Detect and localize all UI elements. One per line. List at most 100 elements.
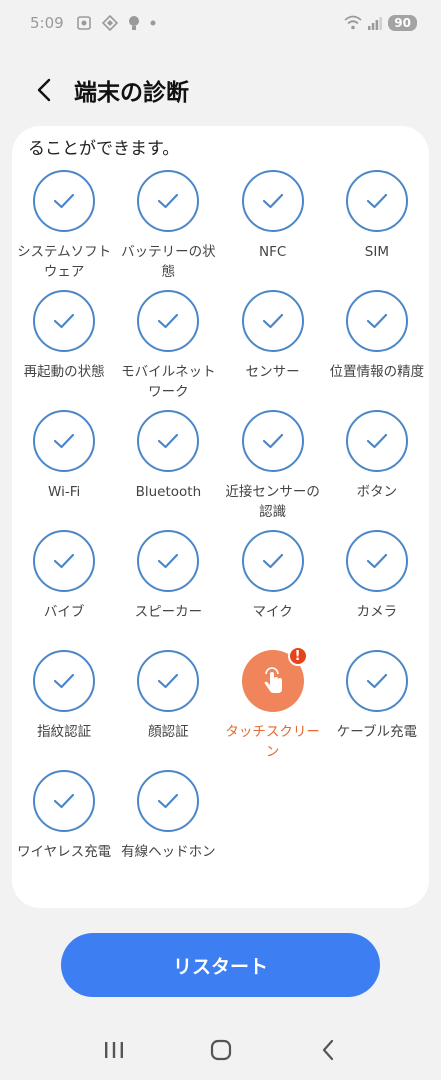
diagnostic-item[interactable]: センサー	[221, 290, 325, 410]
diagnostic-item[interactable]: システムソフトウェア	[12, 170, 116, 290]
navigation-bar	[0, 1020, 441, 1080]
diagnostics-card: ることができます。 システムソフトウェア バッテリーの状態 NFC SIM 再起動の状態…	[12, 126, 429, 908]
back-arrow-icon	[37, 78, 51, 102]
diagnostic-item-label: モバイルネットワーク	[121, 364, 216, 400]
diagnostic-item[interactable]: Wi-Fi	[12, 410, 116, 530]
check-circle	[345, 170, 408, 232]
check-circle	[241, 170, 304, 232]
bulb-icon	[128, 16, 139, 30]
check-circle	[33, 530, 96, 592]
check-circle	[345, 290, 408, 352]
check-circle	[33, 170, 96, 232]
signal-icon	[368, 17, 383, 30]
diagnostic-item[interactable]: 顔認証	[116, 650, 220, 770]
status-time: 5:09	[30, 14, 64, 32]
check-icon	[262, 313, 283, 329]
diagnostic-item-label: Wi-Fi	[48, 484, 81, 500]
diagnostic-item-label: スピーカー	[134, 604, 203, 620]
diagnostic-items-grid: システムソフトウェア バッテリーの状態 NFC SIM 再起動の状態 モバイルネットワーク…	[12, 170, 429, 890]
check-icon	[262, 433, 283, 449]
diagnostic-item[interactable]: ボタン	[325, 410, 429, 530]
diagnostic-item[interactable]: 位置情報の精度	[325, 290, 429, 410]
diagnostic-item[interactable]: モバイルネットワーク	[116, 290, 220, 410]
check-circle	[241, 290, 304, 352]
nfc-icon	[101, 15, 118, 31]
recents-button[interactable]	[89, 1025, 139, 1075]
diagnostic-item[interactable]: ワイヤレス充電	[12, 770, 116, 890]
diagnostic-item-label: センサー	[245, 364, 300, 380]
check-circle	[345, 410, 408, 472]
check-icon	[54, 313, 75, 329]
back-button[interactable]	[24, 70, 64, 110]
check-circle	[345, 650, 408, 712]
nav-back-button[interactable]	[303, 1025, 353, 1075]
restart-button[interactable]: リスタート	[61, 933, 380, 997]
check-icon	[366, 673, 387, 689]
diagnostic-item[interactable]: Bluetooth	[116, 410, 220, 530]
description-line: ることができます。	[28, 139, 180, 159]
diagnostic-item-label: 再起動の状態	[23, 364, 105, 380]
diagnostic-item-label: SIM	[364, 244, 389, 260]
check-circle	[33, 410, 96, 472]
diagnostic-item[interactable]: 再起動の状態	[12, 290, 116, 410]
status-system-icons: 90	[344, 15, 417, 31]
diagnostic-item[interactable]: 有線ヘッドホン	[116, 770, 220, 890]
diagnostic-item[interactable]: バッテリーの状態	[116, 170, 220, 290]
diagnostic-item[interactable]: NFC	[221, 170, 325, 290]
check-circle	[33, 770, 96, 832]
diagnostic-item[interactable]: ! タッチスクリーン	[221, 646, 325, 770]
check-circle	[137, 290, 200, 352]
home-button[interactable]	[196, 1025, 246, 1075]
check-icon	[366, 433, 387, 449]
diagnostic-item-label: 顔認証	[148, 724, 189, 740]
diagnostic-item-label: 有線ヘッドホン	[121, 844, 216, 860]
app-bar: 端末の診断	[0, 60, 441, 120]
touch-hand-icon	[264, 667, 282, 693]
nav-back-icon	[322, 1039, 333, 1061]
check-circle	[33, 290, 96, 352]
check-circle	[137, 170, 200, 232]
warning-badge: !	[287, 646, 308, 666]
diagnostic-item[interactable]: スピーカー	[116, 530, 220, 650]
diagnostic-item[interactable]: SIM	[325, 170, 429, 290]
diagnostic-item[interactable]: 近接センサーの認識	[221, 410, 325, 530]
diagnostic-item[interactable]: カメラ	[325, 530, 429, 650]
check-circle	[137, 770, 200, 832]
check-icon	[158, 673, 179, 689]
check-circle	[241, 410, 304, 472]
diagnostic-item-label: マイク	[252, 604, 293, 620]
check-circle	[345, 530, 408, 592]
dot-icon	[150, 20, 156, 26]
check-icon	[262, 193, 283, 209]
diagnostic-item[interactable]: 指紋認証	[12, 650, 116, 770]
home-icon	[210, 1039, 231, 1061]
check-circle	[137, 650, 200, 712]
screenshot-icon	[76, 16, 91, 30]
diagnostic-item-label: ワイヤレス充電	[17, 844, 112, 860]
check-circle	[137, 530, 200, 592]
diagnostic-item[interactable]: ケーブル充電	[325, 650, 429, 770]
check-icon	[54, 193, 75, 209]
check-icon	[158, 433, 179, 449]
description-text: ることができます。	[28, 126, 418, 164]
diagnostic-item-label: タッチスクリーン	[225, 724, 320, 760]
check-icon	[158, 313, 179, 329]
page-title: 端末の診断	[74, 80, 189, 106]
diagnostic-item-label: バイブ	[43, 604, 85, 620]
check-icon	[54, 793, 75, 809]
check-icon	[158, 553, 179, 569]
check-icon	[366, 553, 387, 569]
battery-indicator: 90	[388, 15, 417, 31]
check-icon	[54, 553, 75, 569]
diagnostic-item[interactable]: マイク	[221, 530, 325, 650]
diagnostic-item[interactable]: バイブ	[12, 530, 116, 650]
check-icon	[54, 433, 75, 449]
diagnostic-item-label: カメラ	[356, 604, 398, 620]
diagnostic-item-label: NFC	[258, 244, 287, 260]
recents-icon	[104, 1042, 123, 1058]
check-icon	[54, 673, 75, 689]
diagnostic-item-label: 位置情報の精度	[329, 364, 425, 380]
check-circle	[241, 530, 304, 592]
check-circle	[137, 410, 200, 472]
check-icon	[158, 193, 179, 209]
